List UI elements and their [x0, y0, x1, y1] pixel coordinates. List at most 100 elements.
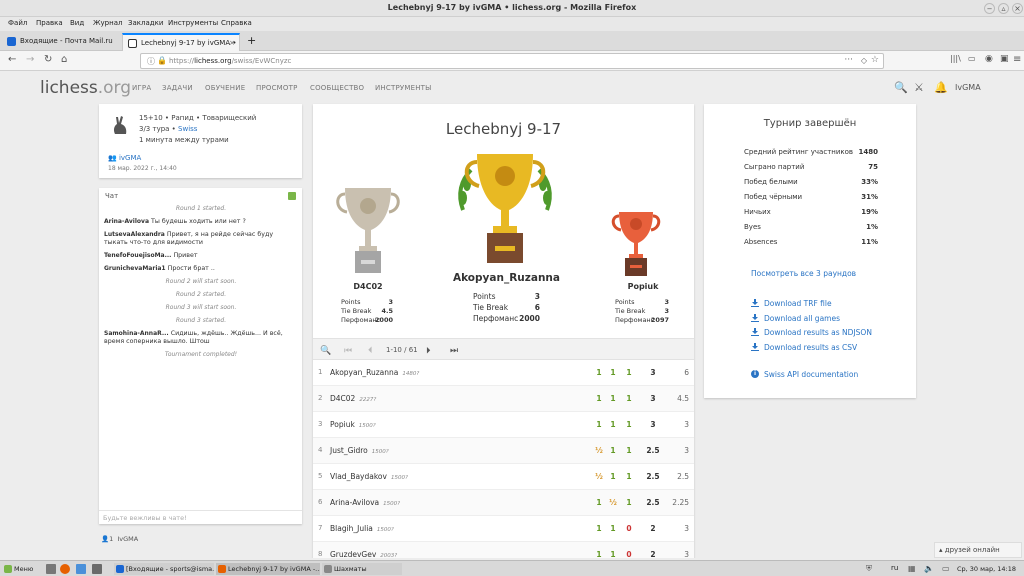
podium-first-name[interactable]: Akopyan_Ruzanna: [433, 272, 580, 284]
view-all-rounds-link[interactable]: Посмотреть все 3 раундов: [751, 269, 856, 278]
tray-battery-icon[interactable]: ▭: [942, 564, 950, 573]
tab-lichess[interactable]: Lechebnyj 9-17 by ivGMA • lic ×: [122, 33, 240, 51]
round-result[interactable]: 1: [608, 550, 618, 558]
swiss-api-docs-link[interactable]: Swiss API documentation: [764, 370, 858, 379]
round-result[interactable]: 1: [608, 420, 618, 429]
taskbar-firefox-window[interactable]: Lechebnyj 9-17 by ivGMA -...: [216, 563, 320, 575]
player-name[interactable]: Blagih_Julia 1500?: [330, 524, 394, 533]
player-name[interactable]: Just_Gidro 1500?: [330, 446, 389, 455]
search-players-icon[interactable]: 🔍: [320, 346, 331, 356]
chat-username[interactable]: TenefoFouejisoMa...: [104, 252, 171, 259]
tab-mail[interactable]: Входящие - Почта Mail.ru: [2, 33, 120, 51]
podium-third-name[interactable]: Popiuk: [603, 282, 683, 291]
standings-row[interactable]: 6 Arina-Avilova 1500? 1 ½ 1 2.5 2.25: [313, 490, 694, 516]
standings-row[interactable]: 8 GruzdevGev 2003? 1 1 0 2 3: [313, 542, 694, 558]
menu-view[interactable]: Вид: [70, 19, 84, 27]
round-result[interactable]: 1: [624, 446, 634, 455]
standings-row[interactable]: 2 D4C02 2227? 1 1 1 3 4.5: [313, 386, 694, 412]
round-result[interactable]: 1: [594, 420, 604, 429]
new-tab-button[interactable]: +: [243, 33, 259, 51]
menu-bookmarks[interactable]: Закладки: [128, 19, 163, 27]
account-icon[interactable]: ◉: [985, 54, 993, 64]
standings-row[interactable]: 1 Akopyan_Ruzanna 1480? 1 1 1 3 6: [313, 360, 694, 386]
podium-second-name[interactable]: D4C02: [328, 282, 408, 291]
files-launcher-icon[interactable]: [92, 564, 102, 574]
nav-watch[interactable]: ПРОСМОТР: [256, 84, 298, 92]
chat-username[interactable]: Samohina-AnnaR...: [104, 330, 169, 337]
round-result[interactable]: 1: [608, 446, 618, 455]
challenges-icon[interactable]: ⚔: [914, 81, 924, 94]
notifications-bell-icon[interactable]: 🔔: [934, 81, 948, 94]
bookmark-star-icon[interactable]: ☆: [871, 55, 879, 65]
library-icon[interactable]: |||\: [950, 54, 961, 63]
round-result[interactable]: 1: [594, 368, 604, 377]
standings-row[interactable]: 3 Popiuk 1500? 1 1 1 3 3: [313, 412, 694, 438]
nav-puzzles[interactable]: ЗАДАЧИ: [162, 84, 193, 92]
download-link[interactable]: Download TRF file: [764, 299, 832, 308]
round-result[interactable]: ½: [594, 446, 604, 455]
download-link[interactable]: Download results as CSV: [764, 343, 857, 352]
last-page-icon[interactable]: ⏭: [450, 346, 458, 356]
round-result[interactable]: ½: [608, 498, 618, 507]
next-page-icon[interactable]: ⏵: [426, 346, 431, 356]
standings-row[interactable]: 7 Blagih_Julia 1500? 1 1 0 2 3: [313, 516, 694, 542]
tray-network-icon[interactable]: ⛨: [866, 564, 872, 574]
tray-volume-icon[interactable]: 🔈: [924, 564, 934, 573]
start-menu-button[interactable]: Меню: [2, 563, 42, 575]
nav-learn[interactable]: ОБУЧЕНИЕ: [205, 84, 245, 92]
lock-icon[interactable]: 🔒: [157, 56, 167, 65]
nav-play[interactable]: ИГРА: [132, 84, 151, 92]
sidebar-icon[interactable]: ▭: [968, 54, 976, 63]
standings-row[interactable]: 4 Just_Gidro 1500? ½ 1 1 2.5 3: [313, 438, 694, 464]
close-icon[interactable]: ×: [1012, 3, 1023, 14]
round-result[interactable]: 1: [608, 394, 618, 403]
download-link[interactable]: Download results as NDJSON: [764, 328, 872, 337]
menu-help[interactable]: Справка: [221, 19, 252, 27]
terminal-launcher-icon[interactable]: [76, 564, 86, 574]
player-name[interactable]: Vlad_Baydakov 1500?: [330, 472, 408, 481]
maximize-icon[interactable]: ▵: [998, 3, 1009, 14]
round-result[interactable]: 1: [624, 472, 634, 481]
round-result[interactable]: 1: [594, 550, 604, 558]
menu-edit[interactable]: Правка: [36, 19, 63, 27]
player-name[interactable]: Popiuk 1500?: [330, 420, 376, 429]
pocket-icon[interactable]: ◇: [861, 56, 867, 65]
menu-file[interactable]: Файл: [8, 19, 27, 27]
page-actions-icon[interactable]: ···: [844, 55, 853, 65]
player-name[interactable]: GruzdevGev 2003?: [330, 550, 397, 558]
show-desktop-icon[interactable]: [46, 564, 56, 574]
user-menu[interactable]: IvGMA: [955, 83, 981, 92]
tray-apps-icon[interactable]: ▦: [908, 564, 916, 573]
chat-username[interactable]: GrunichevaMaria1: [104, 265, 166, 272]
chat-username[interactable]: Arina-Avilova: [104, 218, 149, 225]
home-icon[interactable]: ⌂: [61, 54, 67, 65]
round-result[interactable]: 1: [624, 498, 634, 507]
round-result[interactable]: 1: [594, 498, 604, 507]
forward-icon[interactable]: →: [26, 54, 34, 65]
menu-history[interactable]: Журнал: [93, 19, 122, 27]
round-result[interactable]: 0: [624, 524, 634, 533]
keyboard-layout[interactable]: ru: [891, 564, 898, 572]
round-result[interactable]: 1: [624, 420, 634, 429]
back-icon[interactable]: ←: [8, 54, 16, 65]
chat-username[interactable]: LutsevaAlexandra: [104, 231, 165, 238]
round-result[interactable]: 1: [624, 394, 634, 403]
round-result[interactable]: 1: [608, 472, 618, 481]
creator-link[interactable]: 👥 ivGMA: [108, 154, 141, 162]
chat-input[interactable]: Будьте вежливы в чате!: [99, 510, 302, 524]
firefox-launcher-icon[interactable]: [60, 564, 70, 574]
first-page-icon[interactable]: ⏮: [344, 346, 352, 356]
lichess-logo[interactable]: lichess.org: [40, 78, 131, 98]
extension-icon[interactable]: ▣: [1000, 54, 1009, 64]
nav-tools[interactable]: ИНСТРУМЕНТЫ: [375, 84, 432, 92]
taskbar-chess-window[interactable]: Шахматы: [322, 563, 402, 575]
clock[interactable]: Ср, 30 мар, 14:18: [957, 565, 1016, 573]
player-name[interactable]: Arina-Avilova 1500?: [330, 498, 400, 507]
search-icon[interactable]: 🔍: [894, 81, 908, 94]
round-result[interactable]: 1: [608, 524, 618, 533]
round-result[interactable]: ½: [594, 472, 604, 481]
menu-tools[interactable]: Инструменты: [168, 19, 218, 27]
nav-community[interactable]: СООБЩЕСТВО: [310, 84, 364, 92]
url-bar[interactable]: ⓘ 🔒 https://lichess.org/swiss/EvWCnyzc ·…: [140, 53, 884, 69]
info-icon[interactable]: ⓘ: [147, 56, 155, 67]
